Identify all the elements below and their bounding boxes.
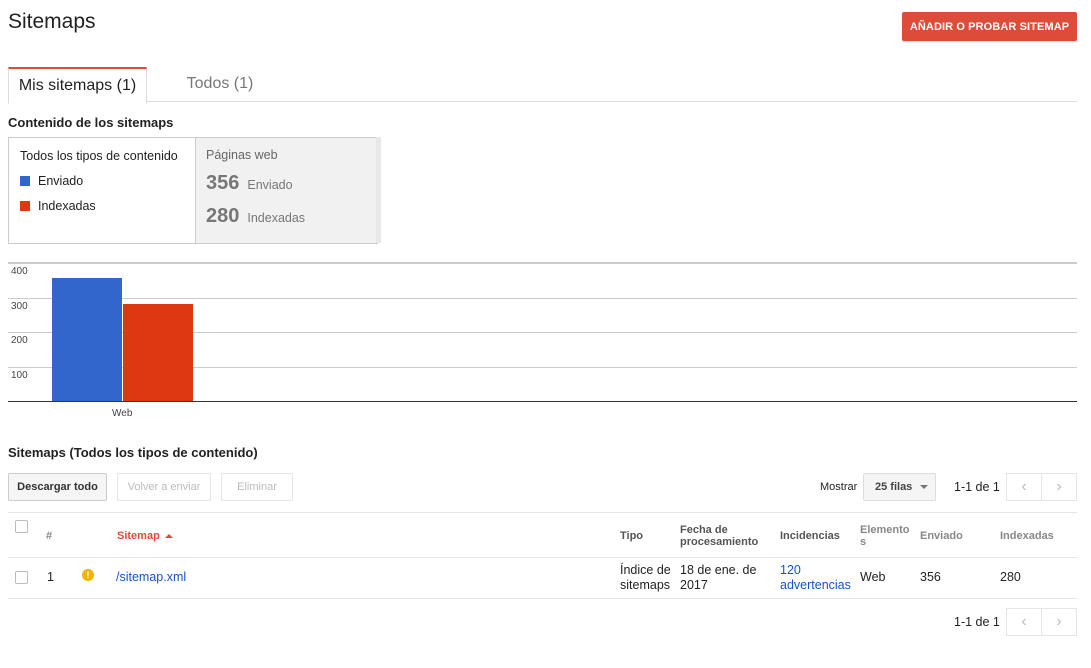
- pager-text-top: 1-1 de 1: [954, 480, 1000, 494]
- stats-indexed: 280 Indexadas: [206, 205, 305, 228]
- row-type-line2: sitemaps: [620, 578, 671, 592]
- x-category-label: Web: [112, 408, 133, 419]
- next-page-button[interactable]: ›: [1041, 473, 1077, 501]
- web-pages-panel[interactable]: Páginas web 356 Enviado 280 Indexadas: [195, 137, 378, 244]
- col-header-sitemap[interactable]: Sitemap: [117, 530, 173, 542]
- row-date: 18 de ene. de 2017: [680, 563, 756, 593]
- stats-indexed-label: Indexadas: [247, 211, 306, 225]
- prev-page-button-bottom[interactable]: ‹: [1006, 608, 1042, 636]
- select-all-checkbox[interactable]: [15, 520, 28, 533]
- x-axis-line: [8, 401, 1077, 402]
- legend-item-indexed: Indexadas: [20, 199, 96, 213]
- chevron-down-icon: [920, 485, 929, 489]
- row-submitted: 356: [920, 570, 941, 584]
- tab-all[interactable]: Todos (1): [160, 67, 280, 101]
- gridline: [8, 298, 1077, 299]
- indexed-swatch: [20, 201, 30, 211]
- show-label: Mostrar: [820, 481, 858, 493]
- row-num: 1: [47, 570, 54, 584]
- col-header-submitted[interactable]: Enviado: [920, 530, 963, 542]
- pager-text-bottom: 1-1 de 1: [954, 615, 1000, 629]
- stats-submitted-label: Enviado: [247, 178, 293, 192]
- chevron-right-icon: ›: [1056, 613, 1062, 630]
- tabs-divider: [8, 101, 1077, 102]
- issues-link-line1: 120: [780, 563, 801, 577]
- row-date-line2: 2017: [680, 578, 708, 592]
- legend-item-submitted: Enviado: [20, 174, 83, 188]
- row-checkbox[interactable]: [15, 571, 28, 584]
- stats-shadow: [376, 137, 381, 243]
- y-tick-label: 200: [11, 335, 28, 346]
- bar-enviado[interactable]: [52, 278, 122, 401]
- col-header-num: #: [46, 530, 53, 542]
- gridline: [8, 263, 1077, 264]
- stats-submitted-value: 356: [206, 172, 240, 194]
- col-header-type[interactable]: Tipo: [620, 530, 643, 542]
- col-header-date-line1: Fecha de: [680, 524, 728, 536]
- col-header-date[interactable]: Fecha de procesamiento: [680, 524, 758, 548]
- y-tick-label: 300: [11, 301, 28, 312]
- row-divider: [8, 598, 1077, 599]
- chevron-left-icon: ‹: [1021, 613, 1027, 630]
- row-type-line1: Índice de: [620, 563, 671, 577]
- prev-page-button[interactable]: ‹: [1006, 473, 1042, 501]
- legend-title: Todos los tipos de contenido: [20, 149, 178, 163]
- header-divider: [8, 557, 1077, 558]
- row-type: Índice de sitemaps: [620, 563, 671, 593]
- bar-indexadas[interactable]: [123, 304, 193, 401]
- y-tick-label: 100: [11, 370, 28, 381]
- legend-label-submitted: Enviado: [38, 174, 84, 188]
- legend-panel[interactable]: Todos los tipos de contenido Enviado Ind…: [8, 137, 195, 244]
- content-heading: Contenido de los sitemaps: [8, 115, 174, 130]
- delete-button[interactable]: Eliminar: [221, 473, 293, 501]
- chevron-right-icon: ›: [1056, 478, 1062, 495]
- warning-icon[interactable]: !: [82, 569, 94, 581]
- col-header-date-line2: procesamiento: [680, 536, 759, 548]
- row-date-line1: 18 de ene. de: [680, 563, 757, 577]
- rows-per-page-select[interactable]: 25 filas: [863, 473, 936, 501]
- issues-link-line2: advertencias: [780, 578, 851, 592]
- add-sitemap-button[interactable]: AÑADIR O PROBAR SITEMAP: [902, 12, 1077, 41]
- sitemap-link[interactable]: /sitemap.xml: [116, 570, 186, 585]
- stats-submitted: 356 Enviado: [206, 172, 293, 195]
- table-top-divider: [8, 512, 1077, 513]
- resend-button[interactable]: Volver a enviar: [117, 473, 211, 501]
- stats-indexed-value: 280: [206, 205, 240, 227]
- row-indexed: 280: [1000, 570, 1021, 584]
- y-tick-label: 400: [11, 266, 28, 277]
- page-title: Sitemaps: [8, 10, 96, 33]
- issues-link[interactable]: 120 advertencias: [780, 563, 851, 593]
- row-elements: Web: [860, 570, 886, 584]
- col-header-elements-line2: s: [860, 536, 867, 548]
- rows-per-page-value: 25 filas: [875, 481, 913, 493]
- legend-label-indexed: Indexadas: [38, 199, 96, 213]
- col-header-indexed[interactable]: Indexadas: [1000, 530, 1054, 542]
- sort-asc-icon: [164, 534, 173, 539]
- download-all-button[interactable]: Descargar todo: [8, 473, 107, 501]
- col-header-sitemap-label: Sitemap: [117, 530, 160, 542]
- submitted-swatch: [20, 176, 30, 186]
- sitemaps-heading: Sitemaps (Todos los tipos de contenido): [8, 445, 258, 460]
- stats-title: Páginas web: [206, 148, 278, 162]
- tab-my-sitemaps[interactable]: Mis sitemaps (1): [8, 67, 147, 104]
- next-page-button-bottom[interactable]: ›: [1041, 608, 1077, 636]
- col-header-elements[interactable]: Elemento s: [860, 524, 910, 548]
- col-header-issues[interactable]: Incidencias: [780, 530, 840, 542]
- col-header-elements-line1: Elemento: [860, 524, 910, 536]
- chevron-left-icon: ‹: [1021, 478, 1027, 495]
